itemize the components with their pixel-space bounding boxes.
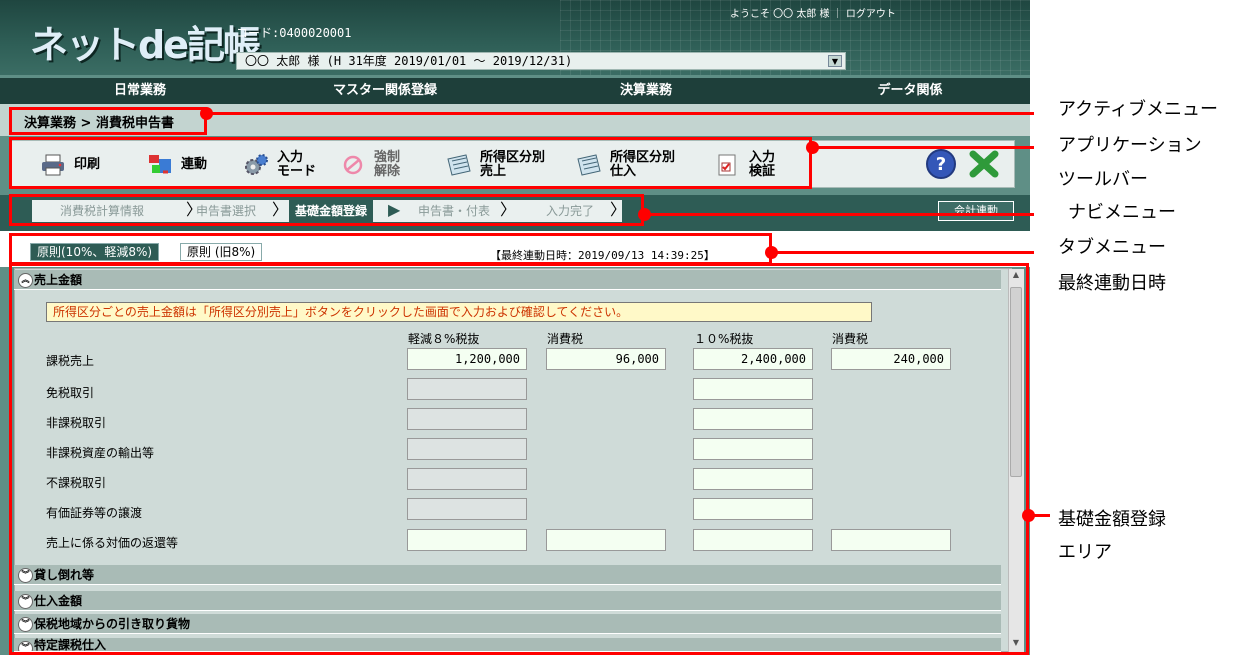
annotation-line — [812, 146, 1034, 149]
annotation-basic-area-1: 基礎金額登録 — [1058, 509, 1166, 530]
close-icon[interactable] — [967, 148, 1001, 180]
tab-highlight — [9, 233, 772, 265]
annotation-basic-area-2: エリア — [1058, 542, 1112, 563]
app-logo: ネットde記帳 — [30, 23, 261, 67]
main-menu: 日常業務 マスター関係登録 決算業務 データ関係 — [0, 78, 1030, 104]
navi-highlight — [9, 194, 644, 226]
accounting-link-button[interactable]: 会計連動 — [938, 201, 1014, 221]
fiscal-year-selector[interactable]: 〇〇 太郎 様 (H 31年度 2019/01/01 ～ 2019/12/31) — [236, 52, 846, 70]
annotation-navi-menu: ナビメニュー — [1068, 202, 1176, 223]
menu-closing[interactable]: 決算業務 — [546, 78, 746, 104]
annotation-tab-menu-2: 最終連動日時 — [1058, 273, 1166, 294]
client-code-label: コード:0400020001 — [236, 26, 352, 40]
annotation-tab-menu-1: タブメニュー — [1058, 237, 1166, 258]
help-icon[interactable]: ? — [925, 148, 957, 180]
annotation-line — [771, 251, 1034, 254]
annotation-active-menu: アクティブメニュー — [1058, 99, 1219, 120]
menu-daily[interactable]: 日常業務 — [40, 78, 240, 104]
svg-text:?: ? — [936, 154, 946, 175]
annotation-line — [206, 112, 1034, 115]
menu-master[interactable]: マスター関係登録 — [285, 78, 485, 104]
annotation-line — [1028, 514, 1050, 517]
annotation-line — [644, 213, 1034, 216]
welcome-logout[interactable]: ようこそ 〇〇 太郎 様 ｜ ログアウト — [730, 5, 896, 20]
toolbar-highlight — [9, 137, 812, 189]
chevron-down-icon[interactable]: ▼ — [828, 55, 842, 67]
basic-area-highlight — [9, 263, 1029, 655]
annotation-app-toolbar-2: ツールバー — [1058, 169, 1148, 190]
active-menu-highlight — [9, 107, 207, 135]
menu-data[interactable]: データ関係 — [810, 78, 1010, 104]
annotation-app-toolbar-1: アプリケーション — [1058, 135, 1202, 156]
